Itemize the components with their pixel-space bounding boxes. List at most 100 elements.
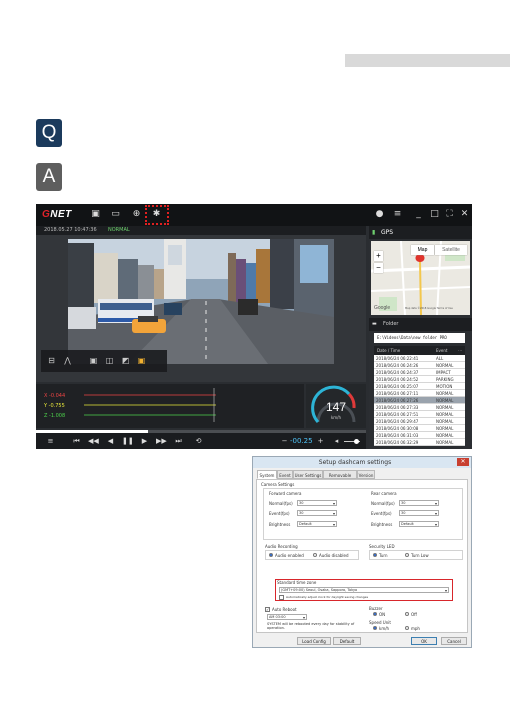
folder-panel-title: Folder (383, 321, 399, 327)
maximize-icon[interactable]: □ (429, 209, 440, 220)
print-icon[interactable]: ⊕ (131, 209, 142, 220)
audio-disabled-radio[interactable] (313, 553, 317, 557)
auto-reboot-checkbox[interactable]: ✓ (265, 607, 270, 612)
layout-dual-icon[interactable]: ◫ (105, 356, 114, 365)
file-list-row[interactable]: 2018/06/24 06:30:08 NORMAL (374, 425, 465, 432)
file-date: 2018/06/24 06:22:41 (376, 356, 419, 361)
satellite-tab[interactable]: Satellite (435, 245, 467, 255)
file-date: 2018/06/24 06:24:26 (376, 363, 419, 368)
answer-badge: A (36, 163, 62, 191)
camera-settings-label: Camera Settings (261, 482, 295, 487)
volume-icon[interactable]: ◂ (332, 437, 341, 446)
file-list-row[interactable]: 2018/06/24 06:27:26 NORMAL (374, 397, 465, 404)
audio-enabled-label: Audio enabled (275, 553, 304, 558)
menu-icon[interactable]: ≡ (46, 437, 55, 446)
close-icon[interactable]: ✕ (459, 209, 470, 220)
speed-kmh-radio[interactable] (373, 626, 377, 630)
first-file-icon[interactable]: ⏮ (72, 437, 81, 446)
file-list-row[interactable]: 2018/06/24 06:24:52 PARKING (374, 376, 465, 383)
front-normal-select[interactable]: 30 (297, 500, 337, 506)
next-file-icon[interactable]: ▶▶ (156, 437, 167, 446)
file-path-field[interactable]: E:\Videos\Data\new folder PRO (374, 333, 465, 343)
zoom-in-button[interactable]: + (374, 251, 383, 261)
file-date: 2018/06/24 06:30:08 (376, 426, 419, 431)
cancel-button[interactable]: Cancel (441, 637, 467, 645)
rear-camera-title: Rear camera (371, 491, 397, 496)
tab-system[interactable]: System (257, 470, 277, 479)
date-column-header[interactable]: Date / Time (377, 348, 400, 353)
file-list-row[interactable]: 2018/06/24 06:31:03 NORMAL (374, 432, 465, 439)
dialog-close-button[interactable]: ✕ (457, 458, 469, 466)
front-brightness-select[interactable]: Default (297, 521, 337, 527)
location-pin-icon[interactable]: ● (374, 209, 385, 220)
buzzer-off-label: Off (411, 612, 417, 617)
dialog-title: Setup dashcam settings (318, 459, 392, 466)
file-list-row[interactable]: 2018/06/24 06:27:51 NORMAL (374, 411, 465, 418)
previous-file-icon[interactable]: ◀◀ (88, 437, 99, 446)
buzzer-label: Buzzer (369, 606, 383, 611)
buzzer-off-radio[interactable] (405, 612, 409, 616)
file-date: 2018/06/24 06:27:26 (376, 398, 419, 403)
tab-version[interactable]: Version (357, 470, 375, 479)
speed-down-icon[interactable]: − (280, 437, 289, 446)
file-list-row[interactable]: 2018/06/24 06:32:29 NORMAL (374, 439, 465, 446)
buzzer-on-radio[interactable] (373, 612, 377, 616)
zoom-out-button[interactable]: − (374, 263, 383, 273)
map-tab[interactable]: Map (411, 245, 434, 255)
layout-single-icon[interactable]: ▣ (89, 356, 98, 365)
gps-panel-title: GPS (381, 229, 394, 236)
load-config-button[interactable]: Load Config (297, 637, 331, 645)
file-list-row[interactable]: 2018/06/24 06:24:26 NORMAL (374, 362, 465, 369)
save-icon[interactable]: ▣ (90, 209, 101, 220)
ok-button[interactable]: OK (411, 637, 437, 645)
file-list-row[interactable]: 2018/06/24 06:27:33 NORMAL (374, 404, 465, 411)
repeat-icon[interactable]: ⟲ (194, 437, 203, 446)
file-type: IMPACT (436, 370, 451, 375)
folder-open-icon[interactable]: ▭ (110, 209, 121, 220)
volume-knob[interactable] (354, 439, 359, 444)
security-low-radio[interactable] (405, 553, 409, 557)
minimize-icon[interactable]: _ (413, 209, 424, 220)
file-list-row[interactable]: 2018/06/24 06:25:07 MOTION (374, 383, 465, 390)
rear-normal-select[interactable]: 30 (399, 500, 439, 506)
audio-enabled-radio[interactable] (269, 553, 273, 557)
file-type: PARKING (436, 377, 454, 382)
tab-removable-disk[interactable]: Removable Disk (323, 470, 357, 487)
file-type: ALL (436, 356, 444, 361)
gps-map[interactable]: Map Satellite + − Google Map data ©2018 … (371, 241, 470, 315)
layout-pip-icon[interactable]: ◩ (121, 356, 130, 365)
rear-event-select[interactable]: 30 (399, 510, 439, 516)
video-frame[interactable] (68, 239, 334, 364)
filter-dots-icon[interactable]: ⋯ (458, 348, 462, 353)
file-list-row[interactable]: 2018/06/24 06:24:37 IMPACT (374, 369, 465, 376)
rear-brightness-select[interactable]: Default (399, 521, 439, 527)
sliders-icon[interactable]: ≡ (392, 209, 403, 220)
speed-mph-radio[interactable] (405, 626, 409, 630)
front-event-select[interactable]: 30 (297, 510, 337, 516)
last-file-icon[interactable]: ⏭ (174, 437, 183, 446)
speed-up-icon[interactable]: + (316, 437, 325, 446)
file-type: NORMAL (436, 391, 454, 396)
fullscreen-icon[interactable]: ⛶ (444, 209, 455, 220)
default-button[interactable]: Default (333, 637, 361, 645)
file-list-row[interactable]: 2018/06/24 06:22:41 ALL (374, 355, 465, 362)
lane-view-icon[interactable]: ⋀ (63, 356, 72, 365)
reboot-time-select[interactable]: AM 03:00 (267, 614, 307, 620)
layout-zoom-icon[interactable]: ▣ (137, 356, 146, 365)
split-view-icon[interactable]: ⊟ (47, 356, 56, 365)
file-list-row[interactable]: 2018/06/24 06:27:11 NORMAL (374, 390, 465, 397)
step-back-icon[interactable]: ◀ (106, 437, 115, 446)
pause-icon[interactable]: ❚❚ (122, 437, 134, 446)
dialog-title-bar: Setup dashcam settings ✕ (253, 457, 471, 468)
front-camera-title: Forward camera (269, 491, 302, 496)
file-type: NORMAL (436, 398, 454, 403)
play-icon[interactable]: ▶ (140, 437, 149, 446)
file-list-row[interactable]: 2018/06/24 06:29:47 NORMAL (374, 418, 465, 425)
tab-user-settings[interactable]: User Settings (293, 470, 323, 479)
tab-event[interactable]: Event (277, 470, 293, 479)
gps-panel-header: ▮ GPS (369, 226, 472, 239)
file-date: 2018/06/24 06:27:11 (376, 391, 419, 396)
event-column-header[interactable]: Event (436, 348, 447, 353)
speed-kmh-label: km/h (379, 626, 390, 631)
security-on-radio[interactable] (373, 553, 377, 557)
